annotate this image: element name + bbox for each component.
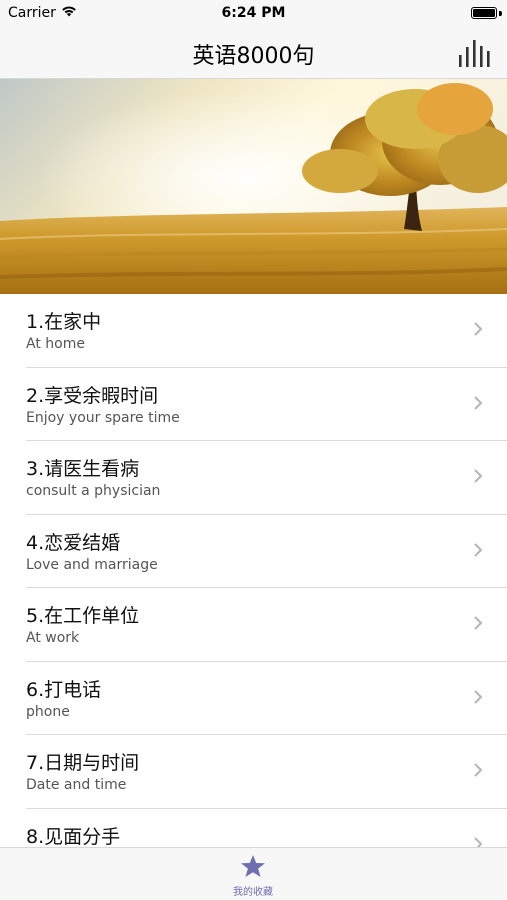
status-bar: Carrier 6:24 PM: [0, 0, 507, 28]
list-item-subtitle: Love and marriage: [26, 556, 158, 573]
list-item[interactable]: 6.打电话 phone: [0, 662, 507, 736]
tab-bar: 我的收藏: [0, 847, 507, 900]
list-item[interactable]: 1.在家中 At home: [0, 294, 507, 368]
list-item-subtitle: At work: [26, 630, 80, 646]
stats-button[interactable]: [453, 34, 493, 72]
list-item[interactable]: 2.享受余暇时间 Enjoy your spare time: [0, 368, 507, 442]
list-item-title: 8.见面分手: [26, 825, 121, 848]
chevron-right-icon: [474, 836, 483, 847]
battery-icon: [471, 7, 497, 19]
list-item[interactable]: 4.恋爱结婚 Love and marriage: [0, 515, 507, 589]
list-item-subtitle: Enjoy your spare time: [26, 409, 180, 426]
tree-field-image: [0, 79, 507, 294]
list-item-title: 6.打电话: [26, 678, 102, 701]
bar-chart-icon: [459, 40, 490, 67]
lesson-list: 1.在家中 At home 2.享受余暇时间 Enjoy your spare …: [0, 294, 507, 847]
chevron-right-icon: [474, 763, 483, 777]
battery-cap: [499, 11, 502, 16]
list-item-title: 5.在工作单位: [26, 605, 140, 627]
list-item[interactable]: 8.见面分手: [0, 809, 507, 848]
chevron-right-icon: [474, 395, 483, 410]
list-item-subtitle: consult a physician: [26, 483, 161, 499]
list-item-title: 3.请医生看病: [26, 458, 140, 480]
chevron-right-icon: [474, 542, 483, 557]
chevron-right-icon: [474, 469, 483, 483]
list-item-subtitle: Date and time: [26, 777, 127, 793]
list-item-title: 7.日期与时间: [26, 752, 140, 774]
chevron-right-icon: [474, 616, 483, 630]
banner-image: [0, 79, 507, 294]
list-item-title: 2.享受余暇时间: [26, 384, 159, 407]
list-item[interactable]: 5.在工作单位 At work: [0, 588, 507, 662]
navigation-bar: 英语8000句: [0, 28, 507, 79]
tab-label: 我的收藏: [233, 887, 273, 898]
list-item-title: 1.在家中: [26, 311, 102, 333]
list-item-title: 4.恋爱结婚: [26, 531, 121, 554]
chevron-right-icon: [474, 689, 483, 704]
page-title: 英语8000句: [192, 44, 315, 69]
list-item-subtitle: phone: [26, 703, 70, 720]
star-icon: [241, 855, 265, 877]
list-item[interactable]: 3.请医生看病 consult a physician: [0, 441, 507, 515]
chevron-right-icon: [474, 322, 483, 336]
tab-favorites[interactable]: 我的收藏: [203, 854, 303, 898]
list-item[interactable]: 7.日期与时间 Date and time: [0, 735, 507, 809]
clock: 6:24 PM: [221, 5, 286, 21]
list-item-subtitle: At home: [26, 336, 85, 352]
